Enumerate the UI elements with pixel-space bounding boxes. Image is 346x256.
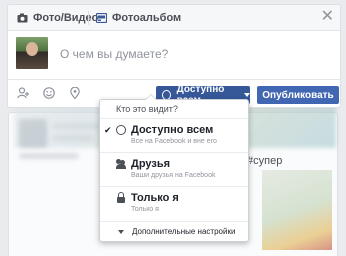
globe-icon	[116, 125, 126, 135]
audience-option-title: Доступно всем	[131, 124, 214, 136]
composer-tabs: Фото/Видео Фотоальбом ✕	[8, 5, 340, 31]
feed-post-hashtag[interactable]: #супер	[247, 155, 282, 167]
audience-option-title: Друзья	[131, 158, 171, 170]
audience-option-subtitle: Только я	[131, 206, 159, 213]
checkmark-icon: ✔	[104, 125, 112, 135]
user-avatar[interactable]	[16, 37, 48, 69]
audience-option-subtitle: Ваши друзья на Facebook	[131, 172, 216, 179]
audience-menu: Кто это видит? ✔ Доступно всем Все на Fa…	[99, 94, 249, 242]
audience-menu-header: Кто это видит?	[116, 104, 178, 114]
camera-icon	[17, 13, 28, 23]
lock-icon	[116, 192, 126, 203]
feed-post-photo-detail	[262, 170, 332, 250]
more-options-label: Дополнительные настройки	[132, 227, 236, 236]
friends-icon	[116, 159, 126, 169]
tag-friends-icon[interactable]	[17, 87, 30, 101]
post-composer: Фото/Видео Фотоальбом ✕ О чем вы думаете…	[7, 4, 341, 108]
feeling-icon[interactable]	[43, 87, 55, 101]
location-pin-icon[interactable]	[70, 86, 80, 101]
caret-down-icon	[244, 93, 250, 97]
status-input[interactable]: О чем вы думаете?	[60, 47, 168, 61]
feed-post-text-line	[19, 153, 79, 159]
audience-option-friends[interactable]: Друзья Ваши друзья на Facebook	[100, 152, 248, 186]
composer-body: О чем вы думаете?	[8, 31, 340, 75]
tab-photo-album-label: Фотоальбом	[112, 12, 182, 24]
audience-option-only-me[interactable]: Только я Только я	[100, 186, 248, 220]
tab-divider	[88, 11, 89, 25]
audience-option-public[interactable]: ✔ Доступно всем Все на Facebook и вне ег…	[100, 118, 248, 152]
tab-photo-album[interactable]: Фотоальбом	[95, 12, 182, 24]
tab-photo-video[interactable]: Фото/Видео	[17, 12, 98, 24]
album-icon	[95, 12, 108, 24]
triangle-down-icon	[118, 229, 124, 234]
publish-button[interactable]: Опубликовать	[257, 86, 339, 104]
audience-option-subtitle: Все на Facebook и вне его	[131, 138, 217, 145]
audience-option-title: Только я	[131, 192, 179, 204]
close-icon[interactable]: ✕	[321, 9, 334, 25]
more-options-button[interactable]: Дополнительные настройки	[100, 221, 248, 241]
